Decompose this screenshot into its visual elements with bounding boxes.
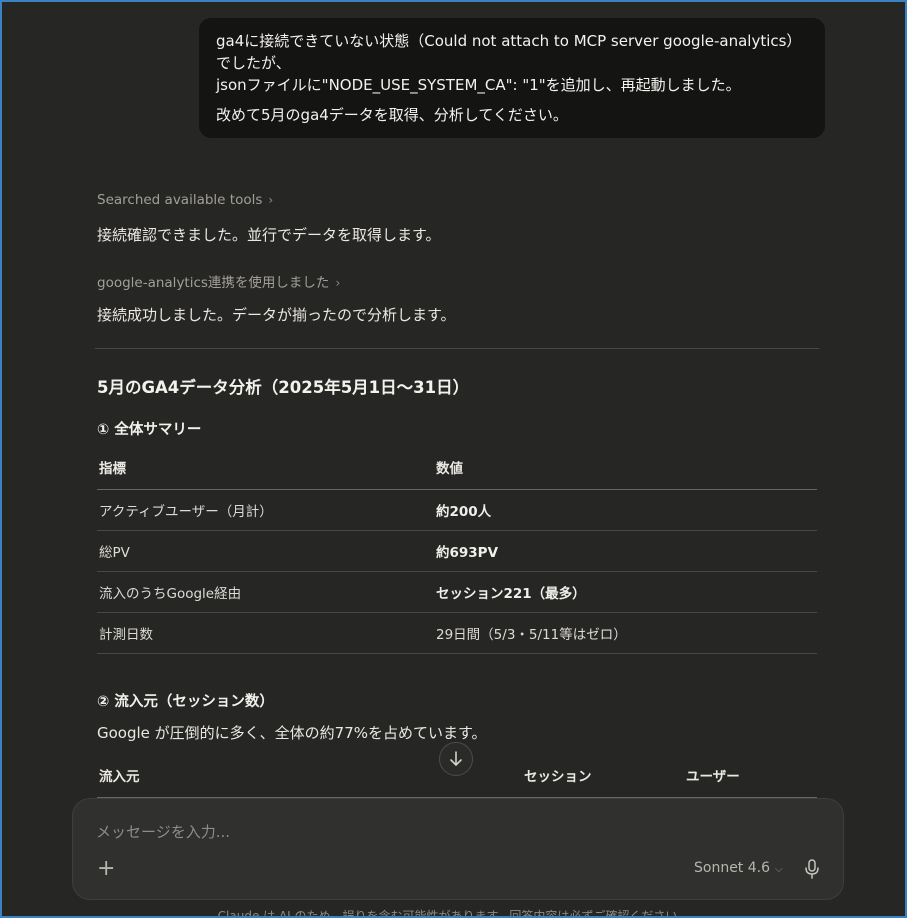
assistant-text: 接続確認できました。並行でデータを取得します。 <box>97 226 441 244</box>
message-composer: + Sonnet 4.6 ⌵ <box>72 798 844 900</box>
table-cell: セッション221（最多） <box>434 571 817 613</box>
table-cell: 約693PV <box>434 530 817 572</box>
arrow-down-icon <box>450 751 462 766</box>
user-message-line: 改めて5月のga4データを取得、分析してください。 <box>216 106 568 124</box>
table-row: 計測日数 29日間（5/3・5/11等はゼロ） <box>97 612 817 654</box>
chevron-right-icon: › <box>335 276 341 290</box>
table-row: 総PV 約693PV <box>97 530 817 572</box>
table-cell: 総PV <box>97 530 434 572</box>
table-row: 流入のうちGoogle経由 セッション221（最多） <box>97 571 817 613</box>
message-input[interactable] <box>94 822 698 842</box>
microphone-icon[interactable] <box>803 859 821 879</box>
table-cell: 約200人 <box>434 489 817 531</box>
add-button[interactable]: + <box>97 857 115 881</box>
user-message: ga4に接続できていない状態（Could not attach to MCP s… <box>199 18 825 138</box>
tool-use-label: Searched available tools <box>97 192 263 208</box>
table-header-row: 指標 数値 <box>97 445 817 490</box>
tool-use-searched-tools[interactable]: Searched available tools › <box>97 192 273 208</box>
section-heading: ① 全体サマリー <box>97 422 202 438</box>
column-header: 数値 <box>434 445 817 490</box>
divider <box>95 348 819 349</box>
disclaimer: Claude は AI のため、誤りを含む可能性があります。回答内容は必ずご確認… <box>217 909 690 918</box>
table-cell: 計測日数 <box>97 612 434 654</box>
chat-thread: ga4に接続できていない状態（Could not attach to MCP s… <box>2 2 905 916</box>
column-header: 指標 <box>97 445 434 490</box>
model-selector[interactable]: Sonnet 4.6 ⌵ <box>694 860 783 876</box>
scroll-to-bottom-button[interactable] <box>439 742 473 776</box>
section-text: Google が圧倒的に多く、全体の約77%を占めています。 <box>97 724 487 742</box>
user-message-line: jsonファイルに"NODE_USE_SYSTEM_CA": "1"を追加し、再… <box>216 76 741 94</box>
tool-use-google-analytics[interactable]: google-analytics連携を使用しました › <box>97 271 340 291</box>
chevron-down-icon: ⌵ <box>775 864 783 875</box>
summary-table: 指標 数値 アクティブユーザー（月計） 約200人 総PV 約693PV 流入の… <box>97 445 817 654</box>
table-row: アクティブユーザー（月計） 約200人 <box>97 489 817 531</box>
model-name: Sonnet 4.6 <box>694 860 771 876</box>
table-cell: 29日間（5/3・5/11等はゼロ） <box>434 612 817 654</box>
chevron-right-icon: › <box>268 193 274 207</box>
table-cell: 流入のうちGoogle経由 <box>97 571 434 613</box>
plus-icon: + <box>97 856 116 881</box>
assistant-text: 接続成功しました。データが揃ったので分析します。 <box>97 306 456 324</box>
section-heading: ② 流入元（セッション数） <box>97 694 274 710</box>
column-header: セッション <box>522 753 684 798</box>
table-cell: アクティブユーザー（月計） <box>97 489 434 531</box>
user-message-line: ga4に接続できていない状態（Could not attach to MCP s… <box>216 32 802 72</box>
tool-use-label: google-analytics連携を使用しました <box>97 275 330 291</box>
column-header: ユーザー <box>684 753 817 798</box>
report-title: 5月のGA4データ分析（2025年5月1日〜31日） <box>97 378 470 397</box>
app-window: ga4に接続できていない状態（Could not attach to MCP s… <box>0 0 907 918</box>
